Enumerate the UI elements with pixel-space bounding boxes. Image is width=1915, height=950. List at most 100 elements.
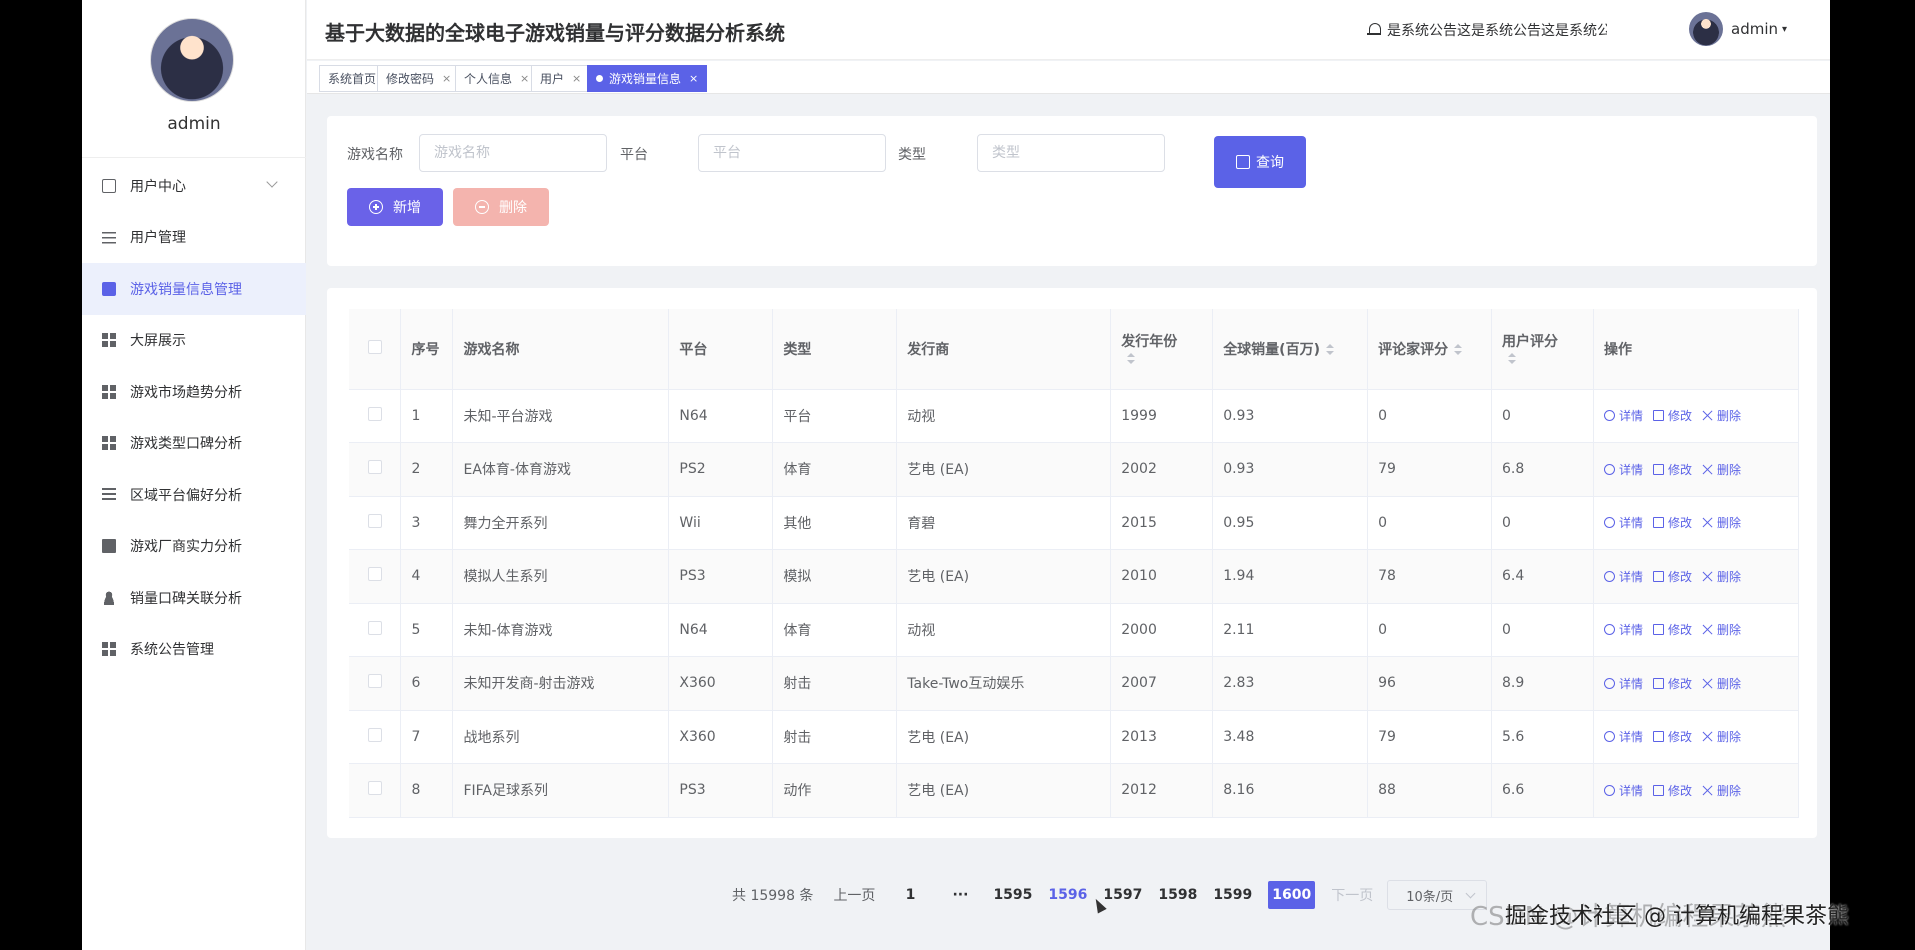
detail-button[interactable]: 详情 <box>1603 782 1643 799</box>
page-1600[interactable]: 1600 <box>1268 881 1316 909</box>
platform-input[interactable] <box>698 134 886 172</box>
page-first[interactable]: 1 <box>893 881 927 909</box>
cell-user_score: 0 <box>1491 496 1594 550</box>
page-1599[interactable]: 1599 <box>1213 881 1252 909</box>
user-dropdown[interactable]: admin ▾ <box>1689 12 1787 46</box>
row-checkbox[interactable] <box>367 781 382 796</box>
delete-button[interactable]: 删除 <box>1702 621 1741 638</box>
tab-1[interactable]: 修改密码 × <box>377 65 461 92</box>
tab-4[interactable]: 游戏销量信息 × <box>587 65 708 92</box>
prev-page-button[interactable]: 上一页 <box>833 885 875 905</box>
row-checkbox[interactable] <box>367 620 382 635</box>
edit-button[interactable]: 修改 <box>1652 568 1692 585</box>
sort-icon[interactable] <box>1325 343 1334 356</box>
sidebar-item-6[interactable]: 区域平台偏好分析 <box>82 469 306 521</box>
sidebar-item-label: 游戏厂商实力分析 <box>130 539 242 556</box>
delete-button[interactable]: 删除 <box>1702 514 1741 531</box>
sort-icon[interactable] <box>1454 343 1463 356</box>
col-sales[interactable]: 全球销量(百万) <box>1212 309 1369 390</box>
delete-label: 删除 <box>1716 783 1741 798</box>
page-1598[interactable]: 1598 <box>1158 881 1197 909</box>
row-actions: 详情 修改 删除 <box>1593 549 1800 604</box>
row-checkbox[interactable] <box>367 567 382 582</box>
edit-icon <box>1652 624 1664 636</box>
next-page-button[interactable]: 下一页 <box>1331 885 1373 905</box>
sidebar-item-8[interactable]: 销量口碑关联分析 <box>82 572 306 624</box>
close-icon[interactable]: × <box>442 72 451 85</box>
sort-icon[interactable] <box>1508 352 1517 365</box>
sidebar-avatar[interactable] <box>150 18 234 102</box>
type-input[interactable] <box>977 134 1165 172</box>
sidebar-item-3[interactable]: 大屏展示 <box>82 315 306 367</box>
detail-button[interactable]: 详情 <box>1603 728 1643 745</box>
tag-bar: 系统首页 修改密码 × 个人信息 × 用户 × 游戏销量信息 × <box>307 61 1830 94</box>
page-1596[interactable]: 1596 <box>1048 881 1087 909</box>
col-user-score[interactable]: 用户评分 <box>1491 309 1594 390</box>
row-checkbox[interactable] <box>367 513 382 528</box>
sidebar-item-4[interactable]: 游戏市场趋势分析 <box>82 366 306 418</box>
page-ellipsis[interactable]: ··· <box>943 881 977 909</box>
sidebar-item-2[interactable]: 游戏销量信息管理 <box>82 263 306 315</box>
edit-button[interactable]: 修改 <box>1652 461 1692 478</box>
detail-button[interactable]: 详情 <box>1603 568 1643 585</box>
delete-button[interactable]: 删除 <box>1702 461 1741 478</box>
edit-label: 修改 <box>1667 676 1692 691</box>
detail-button[interactable]: 详情 <box>1603 407 1643 424</box>
close-icon[interactable]: × <box>572 72 581 85</box>
query-button[interactable]: 查询 <box>1214 136 1306 188</box>
edit-label: 修改 <box>1667 783 1692 798</box>
col-critic[interactable]: 评论家评分 <box>1367 309 1493 390</box>
delete-button[interactable]: 删除 <box>453 188 549 226</box>
table-row: 6 未知开发商-射击游戏 X360 射击 Take-Two互动娱乐 2007 2.83 96 8… <box>349 656 1800 711</box>
row-checkbox[interactable] <box>367 460 382 475</box>
notice-marquee[interactable]: 是系统公告这是系统公告这是系统公告这是 <box>1367 20 1607 40</box>
delete-button[interactable]: 删除 <box>1702 407 1741 424</box>
page-1597[interactable]: 1597 <box>1103 881 1142 909</box>
detail-button[interactable]: 详情 <box>1603 514 1643 531</box>
tab-0[interactable]: 系统首页 <box>319 65 386 92</box>
tab-2[interactable]: 个人信息 × <box>455 65 539 92</box>
table-card: 序号 游戏名称 平台 类型 发行商 发行年份 全球销量(百万) 评论家评分 用户… <box>327 288 1817 838</box>
delete-button[interactable]: 删除 <box>1702 675 1741 692</box>
row-checkbox[interactable] <box>367 727 382 742</box>
detail-button[interactable]: 详情 <box>1603 461 1643 478</box>
avatar <box>1689 12 1723 46</box>
delete-label: 删除 <box>1716 516 1741 531</box>
sidebar-item-5[interactable]: 游戏类型口碑分析 <box>82 418 306 470</box>
delete-label: 删除 <box>1716 676 1741 691</box>
sidebar-item-label: 区域平台偏好分析 <box>130 487 242 504</box>
edit-button[interactable]: 修改 <box>1652 407 1692 424</box>
sidebar-item-9[interactable]: 系统公告管理 <box>82 624 306 676</box>
tab-label: 修改密码 <box>386 72 435 86</box>
edit-button[interactable]: 修改 <box>1652 621 1692 638</box>
detail-button[interactable]: 详情 <box>1603 675 1643 692</box>
edit-button[interactable]: 修改 <box>1652 728 1692 745</box>
sidebar-item-7[interactable]: 游戏厂商实力分析 <box>82 521 306 573</box>
close-icon[interactable]: × <box>520 72 529 85</box>
game-name-input[interactable] <box>419 134 607 172</box>
delete-button[interactable]: 删除 <box>1702 728 1741 745</box>
row-checkbox[interactable] <box>367 406 382 421</box>
close-icon[interactable]: × <box>689 72 698 85</box>
edit-button[interactable]: 修改 <box>1652 514 1692 531</box>
briefcase-icon <box>102 281 116 296</box>
add-button[interactable]: 新增 <box>347 188 443 226</box>
row-checkbox[interactable] <box>367 674 382 689</box>
sidebar-item-0[interactable]: 用户中心 <box>82 160 306 212</box>
page-1595[interactable]: 1595 <box>993 881 1032 909</box>
sort-icon[interactable] <box>1127 352 1136 365</box>
edit-button[interactable]: 修改 <box>1652 782 1692 799</box>
detail-label: 详情 <box>1618 462 1643 477</box>
select-all-checkbox[interactable] <box>367 339 382 354</box>
delete-button[interactable]: 删除 <box>1702 782 1741 799</box>
cell-index: 4 <box>400 549 454 604</box>
delete-button[interactable]: 删除 <box>1702 568 1741 585</box>
tab-3[interactable]: 用户 × <box>531 65 591 92</box>
detail-button[interactable]: 详情 <box>1603 621 1643 638</box>
cell-year: 2013 <box>1110 710 1214 764</box>
edit-button[interactable]: 修改 <box>1652 675 1692 692</box>
close-icon <box>1702 785 1713 796</box>
close-icon <box>1702 571 1713 582</box>
sidebar-item-1[interactable]: 用户管理 <box>82 212 306 264</box>
col-year[interactable]: 发行年份 <box>1110 309 1214 390</box>
